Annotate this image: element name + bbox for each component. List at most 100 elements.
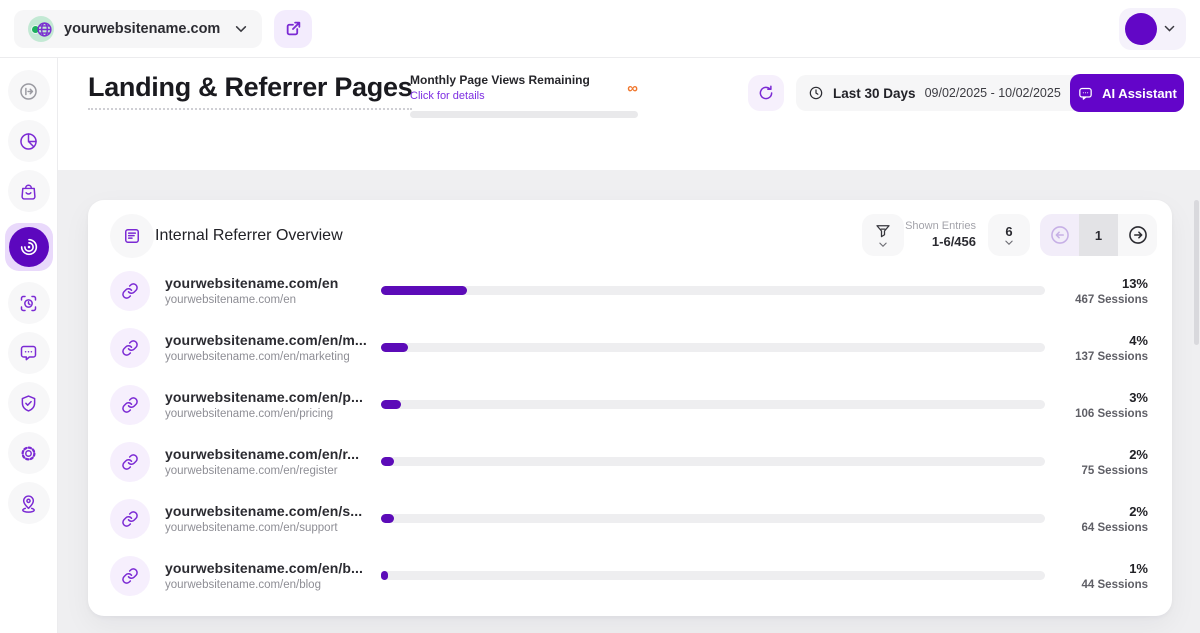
sidebar-item-settings[interactable]: [8, 432, 50, 474]
arrow-right-circle-icon: [1127, 224, 1149, 246]
funnel-icon: [874, 222, 892, 240]
location-pin-icon: [18, 493, 39, 514]
referrer-title: yourwebsitename.com/en/s...: [165, 503, 373, 519]
avatar: [1125, 13, 1157, 45]
shown-entries: Shown Entries 1-6/456: [900, 220, 976, 249]
sidebar-item-locations[interactable]: [8, 482, 50, 524]
main-area: Landing & Referrer Pages Monthly Page Vi…: [58, 58, 1200, 633]
referrer-title: yourwebsitename.com/en/m...: [165, 332, 373, 348]
referrer-row[interactable]: yourwebsitename.com/en/r... yourwebsiten…: [88, 433, 1172, 490]
share-bar-fill: [381, 514, 394, 523]
feedback-chat-icon: [18, 343, 39, 364]
referrer-row[interactable]: yourwebsitename.com/en/s... yourwebsiten…: [88, 490, 1172, 547]
referrer-url: yourwebsitename.com/en/blog: [165, 579, 373, 591]
quota-label: Monthly Page Views Remaining: [410, 73, 590, 88]
current-page-indicator[interactable]: 1: [1079, 214, 1118, 256]
referrer-url: yourwebsitename.com/en/support: [165, 522, 373, 534]
page-size-value: 6: [1005, 224, 1012, 239]
sidebar-item-session-recordings[interactable]: [8, 282, 50, 324]
date-preset-label: Last 30 Days: [833, 86, 916, 101]
page-size-selector[interactable]: 6: [988, 214, 1030, 256]
account-menu[interactable]: [1119, 8, 1186, 50]
page-title: Landing & Referrer Pages: [88, 72, 412, 110]
referrer-labels: yourwebsitename.com/en/p... yourwebsiten…: [155, 389, 373, 420]
referrer-title: yourwebsitename.com/en/r...: [165, 446, 373, 462]
referrer-url: yourwebsitename.com/en: [165, 294, 373, 306]
quota-details-link[interactable]: Click for details: [410, 90, 590, 102]
session-count: 75 Sessions: [1053, 465, 1148, 477]
refresh-icon: [757, 84, 775, 102]
share-bar-fill: [381, 571, 388, 580]
shield-check-icon: [18, 393, 39, 414]
share-percent: 13%: [1053, 276, 1148, 291]
share-bar-fill: [381, 286, 467, 295]
share-bar-track: [381, 457, 1045, 466]
session-count: 106 Sessions: [1053, 408, 1148, 420]
pie-chart-icon: [18, 131, 39, 152]
referrer-stats: 2% 75 Sessions: [1053, 447, 1148, 477]
link-icon: [110, 442, 150, 482]
card-header: Internal Referrer Overview Shown Entrie: [88, 200, 1172, 266]
sidebar-item-referrers-active[interactable]: [5, 223, 53, 271]
infinity-icon: ∞: [627, 73, 638, 96]
open-site-button[interactable]: [274, 10, 312, 48]
referrer-labels: yourwebsitename.com/en/s... yourwebsiten…: [155, 503, 373, 534]
link-icon: [110, 556, 150, 596]
date-range-picker[interactable]: Last 30 Days 09/02/2025 - 10/02/2025: [796, 75, 1093, 111]
referrer-title: yourwebsitename.com/en: [165, 275, 373, 291]
site-globe-icon: [28, 16, 54, 42]
content-area: Internal Referrer Overview Shown Entrie: [58, 170, 1200, 633]
site-selector[interactable]: yourwebsitename.com: [14, 10, 262, 48]
filter-button[interactable]: [862, 214, 904, 256]
share-bar-fill: [381, 343, 408, 352]
internal-referrer-card: Internal Referrer Overview Shown Entrie: [88, 200, 1172, 616]
next-page-button[interactable]: [1118, 214, 1157, 256]
chevron-down-icon: [1163, 22, 1176, 35]
sidebar-item-security[interactable]: [8, 382, 50, 424]
previous-page-button[interactable]: [1040, 214, 1079, 256]
site-name: yourwebsitename.com: [64, 21, 224, 37]
page-scrollbar[interactable]: [1194, 200, 1199, 345]
sidebar-item-collapse[interactable]: [8, 70, 50, 112]
referrer-stats: 2% 64 Sessions: [1053, 504, 1148, 534]
link-icon: [110, 271, 150, 311]
collapse-arrow-icon: [18, 81, 39, 102]
referrer-labels: yourwebsitename.com/en yourwebsitename.c…: [155, 275, 373, 306]
share-percent: 1%: [1053, 561, 1148, 576]
sidebar-item-feedback[interactable]: [8, 332, 50, 374]
share-bar-fill: [381, 400, 401, 409]
referrer-labels: yourwebsitename.com/en/r... yourwebsiten…: [155, 446, 373, 477]
link-icon: [110, 385, 150, 425]
share-bar-track: [381, 514, 1045, 523]
referrer-row[interactable]: yourwebsitename.com/en/p... yourwebsiten…: [88, 376, 1172, 433]
session-count: 137 Sessions: [1053, 351, 1148, 363]
quota-progress-bar: [410, 111, 638, 118]
external-link-icon: [285, 20, 302, 37]
page-header: Landing & Referrer Pages Monthly Page Vi…: [58, 58, 1200, 170]
refresh-button[interactable]: [748, 75, 784, 111]
referrer-stats: 3% 106 Sessions: [1053, 390, 1148, 420]
topbar: yourwebsitename.com: [0, 0, 1200, 58]
session-count: 44 Sessions: [1053, 579, 1148, 591]
referrer-list: yourwebsitename.com/en yourwebsitename.c…: [88, 262, 1172, 604]
referrer-row[interactable]: yourwebsitename.com/en/b... yourwebsiten…: [88, 547, 1172, 604]
share-bar-track: [381, 343, 1045, 352]
share-percent: 3%: [1053, 390, 1148, 405]
link-icon: [110, 499, 150, 539]
referrer-stats: 1% 44 Sessions: [1053, 561, 1148, 591]
referrer-stats: 4% 137 Sessions: [1053, 333, 1148, 363]
share-bar-track: [381, 286, 1045, 295]
sidebar-item-analytics[interactable]: [8, 120, 50, 162]
report-document-icon: [110, 214, 154, 258]
referrer-stats: 13% 467 Sessions: [1053, 276, 1148, 306]
sidebar-item-store[interactable]: [8, 170, 50, 212]
ai-chat-icon: [1077, 85, 1094, 102]
session-count: 64 Sessions: [1053, 522, 1148, 534]
referrer-row[interactable]: yourwebsitename.com/en/m... yourwebsiten…: [88, 319, 1172, 376]
shown-entries-value: 1-6/456: [900, 234, 976, 249]
referrer-labels: yourwebsitename.com/en/m... yourwebsiten…: [155, 332, 373, 363]
share-bar-fill: [381, 457, 394, 466]
share-bar-track: [381, 571, 1045, 580]
ai-assistant-button[interactable]: AI Assistant: [1070, 74, 1184, 112]
referrer-row[interactable]: yourwebsitename.com/en yourwebsitename.c…: [88, 262, 1172, 319]
